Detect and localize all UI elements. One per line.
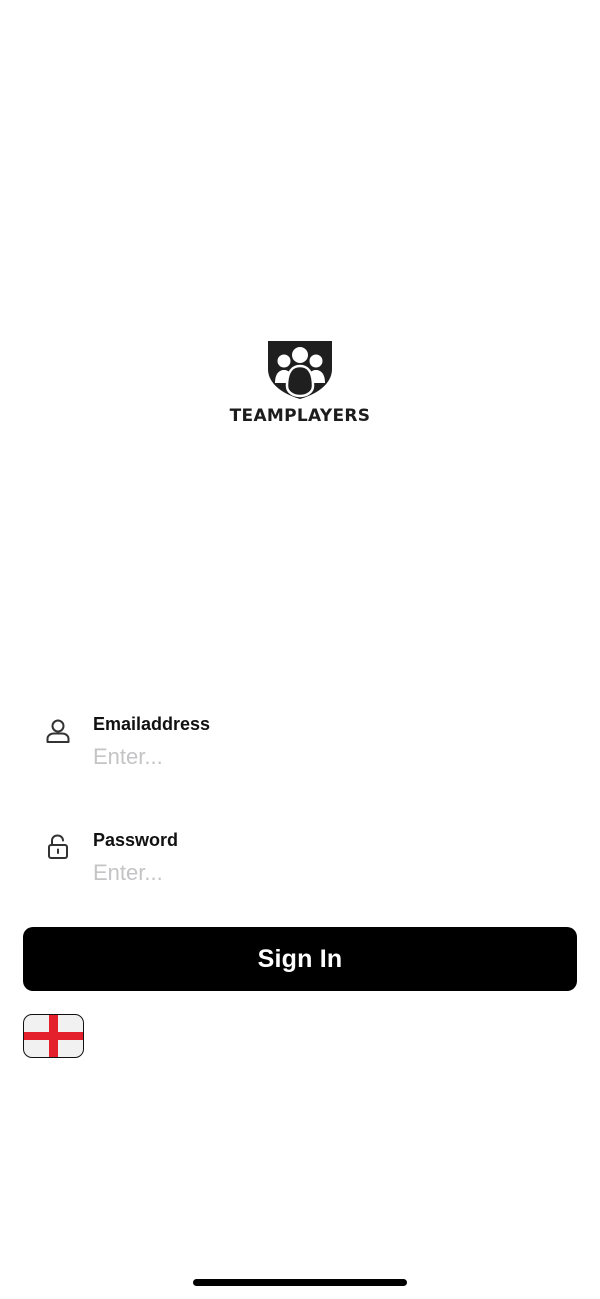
england-flag-icon[interactable] [23,1014,84,1058]
brand-name: TEAMPLAYERS [229,406,371,426]
login-screen: TEAMPLAYERS Emailaddress Password Sign I… [0,0,600,1299]
email-label: Emailaddress [93,714,211,734]
unlock-icon [48,834,68,859]
flag-cross-horizontal [24,1032,83,1040]
brand-logo: TEAMPLAYERS [200,334,400,434]
user-icon [46,719,70,743]
password-input[interactable] [93,856,533,890]
shield-team-icon [268,341,332,399]
password-field-group: Password [40,826,560,898]
sign-in-button[interactable]: Sign In [23,927,577,991]
password-label: Password [93,830,179,850]
email-input[interactable] [93,740,533,774]
email-field-group: Emailaddress [40,710,560,782]
home-indicator[interactable] [193,1279,407,1286]
